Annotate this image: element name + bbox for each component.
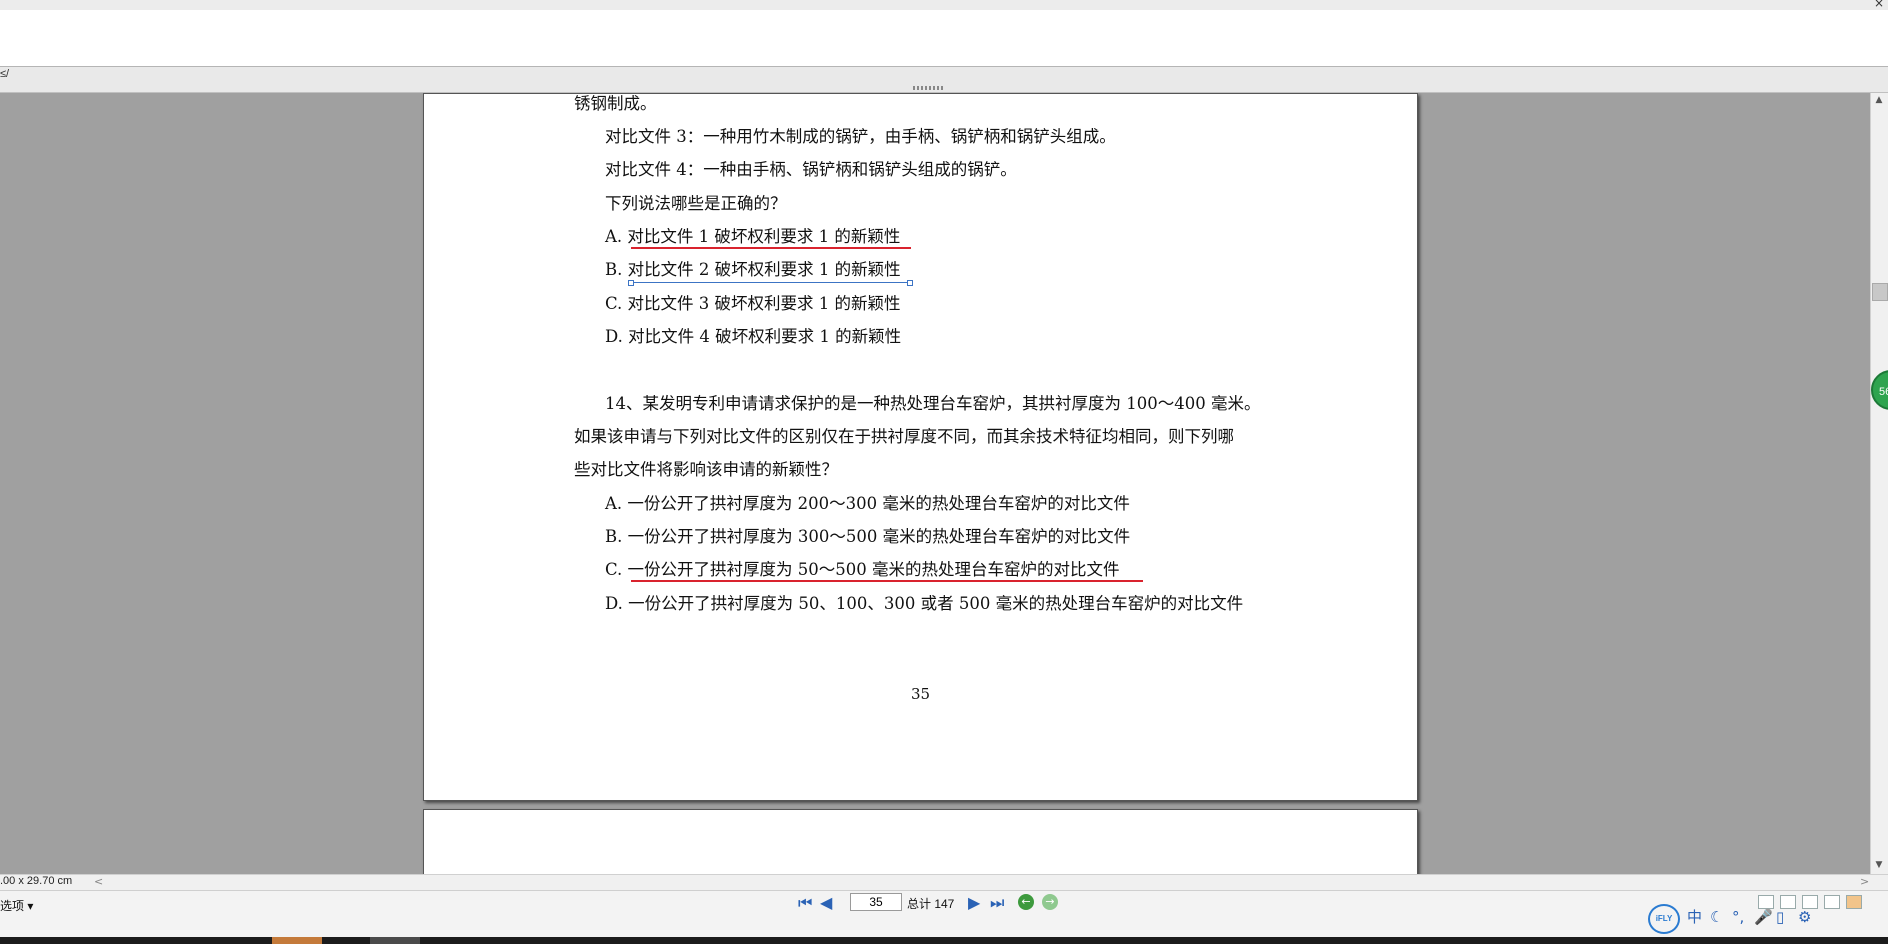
horizontal-scrollbar[interactable] [0,874,1888,891]
scroll-left-icon[interactable]: < [94,875,103,888]
option-c: C. 对比文件 3 破坏权利要求 1 的新颖性 [605,294,901,313]
chinese-mode-icon[interactable]: 中 [1687,908,1702,926]
option-d: D. 一份公开了拱衬厚度为 50、100、300 或者 500 毫米的热处理台车… [605,594,1244,613]
document-page: 锈钢制成。 对比文件 3：一种用竹木制成的锅铲，由手柄、锅铲柄和锅铲头组成。 对… [423,93,1418,801]
next-document-page [423,809,1418,874]
selection-handle-right[interactable] [907,280,913,286]
underline-annotation[interactable] [631,580,1143,582]
scroll-up-icon[interactable]: ▲ [1870,95,1888,105]
text-line: 如果该申请与下列对比文件的区别仅在于拱衬厚度不同，而其余技术特征均相同，则下列哪 [574,427,1234,446]
options-dropdown[interactable]: 选项 ▾ [0,897,33,914]
option-d: D. 对比文件 4 破坏权利要求 1 的新颖性 [605,327,902,346]
last-page-icon[interactable]: ⏭ [990,893,1004,913]
vertical-scrollbar[interactable] [1870,93,1888,874]
previous-page-icon[interactable]: ◀ [820,893,832,913]
page-number: 35 [911,685,931,703]
microphone-icon[interactable]: 🎤 [1754,908,1773,926]
close-icon[interactable]: × [1874,0,1884,10]
tab-label-fragment[interactable]: ≤/ [0,68,9,80]
gear-icon[interactable]: ⚙ [1798,908,1811,926]
page-size-readout: .00 x 29.70 cm [0,875,73,887]
first-page-icon[interactable]: ⏮ [798,893,812,913]
selected-underline-annotation[interactable] [631,282,911,283]
document-viewport[interactable]: 锈钢制成。 对比文件 3：一种用竹木制成的锅铲，由手柄、锅铲柄和锅铲头组成。 对… [0,93,1870,874]
text-line: 下列说法哪些是正确的？ [605,194,787,213]
scrollbar-thumb[interactable] [1872,283,1888,301]
page-number-input[interactable] [850,893,902,911]
back-icon[interactable]: ← [1018,894,1034,910]
question-14: 14、某发明专利申请请求保护的是一种热处理台车窑炉，其拱衬厚度为 100～400… [605,394,1261,413]
taskbar-active-item[interactable] [272,937,322,944]
punctuation-icon[interactable]: °, [1732,908,1744,926]
selection-handle-left[interactable] [628,280,634,286]
text-line: 锈钢制成。 [574,94,657,113]
option-b: B. 一份公开了拱衬厚度为 300～500 毫米的热处理台车窑炉的对比文件 [605,527,1131,546]
document-icon[interactable]: ▯ [1776,908,1784,926]
text-line: 对比文件 3：一种用竹木制成的锅铲，由手柄、锅铲柄和锅铲头组成。 [605,127,1116,146]
next-page-icon[interactable]: ▶ [968,893,980,913]
option-a: A. 一份公开了拱衬厚度为 200～300 毫米的热处理台车窑炉的对比文件 [605,494,1130,513]
forward-icon[interactable]: → [1042,894,1058,910]
splitter-grip[interactable] [913,86,945,90]
taskbar-item[interactable] [370,937,420,944]
ifly-logo-icon[interactable]: iFLY [1648,904,1680,934]
underline-annotation[interactable] [631,247,911,249]
text-line: 对比文件 4：一种由手柄、锅铲柄和锅铲头组成的锅铲。 [605,160,1017,179]
scroll-down-icon[interactable]: ▼ [1870,860,1888,870]
moon-icon[interactable]: ☾ [1710,908,1723,926]
option-a: A. 对比文件 1 破坏权利要求 1 的新颖性 [605,227,901,246]
text-line: 些对比文件将影响该申请的新颖性？ [574,460,838,479]
option-b: B. 对比文件 2 破坏权利要求 1 的新颖性 [605,260,901,279]
scroll-right-icon[interactable]: > [1860,875,1869,888]
total-pages-label: 总计 147 [907,897,955,911]
ribbon-toolbar [0,10,1888,67]
option-c: C. 一份公开了拱衬厚度为 50～500 毫米的热处理台车窑炉的对比文件 [605,560,1120,579]
